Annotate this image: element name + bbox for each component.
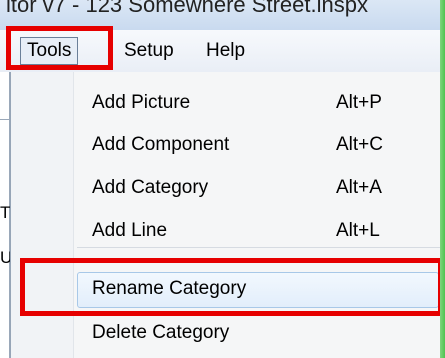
menu-item-shortcut: Alt+L: [336, 220, 380, 241]
background-window-edge: T U: [0, 72, 12, 358]
menu-item-delete-category[interactable]: Delete Category: [11, 314, 445, 354]
menu-item-label: Add Picture: [92, 92, 191, 113]
menu-bar: Tools Setup Help: [0, 30, 445, 73]
menu-item-label: Rename Category: [92, 278, 247, 299]
menu-item-rename-category[interactable]: Rename Category: [11, 270, 445, 310]
menu-item-label: Add Category: [92, 177, 209, 198]
menu-item-shortcut: Alt+C: [336, 134, 383, 155]
menu-item-add-line[interactable]: Add Line Alt+L: [11, 212, 445, 252]
background-text-fragment: T: [0, 203, 11, 222]
menu-tools[interactable]: Tools: [20, 37, 79, 65]
menu-item-label: Delete Category: [92, 322, 230, 343]
divider: [0, 119, 9, 120]
menu-item-label: Add Component: [92, 134, 230, 155]
window-title: itor v7 - 123 Somewhere Street.inspx: [6, 0, 368, 17]
menu-item-label: Add Line: [92, 220, 168, 241]
menu-item-add-picture[interactable]: Add Picture Alt+P: [11, 84, 445, 124]
menu-help[interactable]: Help: [200, 38, 251, 64]
menu-item-shortcut: Alt+A: [336, 177, 382, 198]
menu-item-add-component[interactable]: Add Component Alt+C: [11, 126, 445, 166]
menu-item-shortcut: Alt+P: [336, 92, 382, 113]
background-edge: [440, 0, 445, 358]
menu-setup[interactable]: Setup: [118, 38, 180, 64]
menu-separator: [77, 247, 442, 248]
window-title-bar: itor v7 - 123 Somewhere Street.inspx: [0, 0, 445, 30]
menu-item-add-category[interactable]: Add Category Alt+A: [11, 169, 445, 209]
tools-dropdown-menu: Add Picture Alt+P Add Component Alt+C Ad…: [10, 72, 445, 358]
